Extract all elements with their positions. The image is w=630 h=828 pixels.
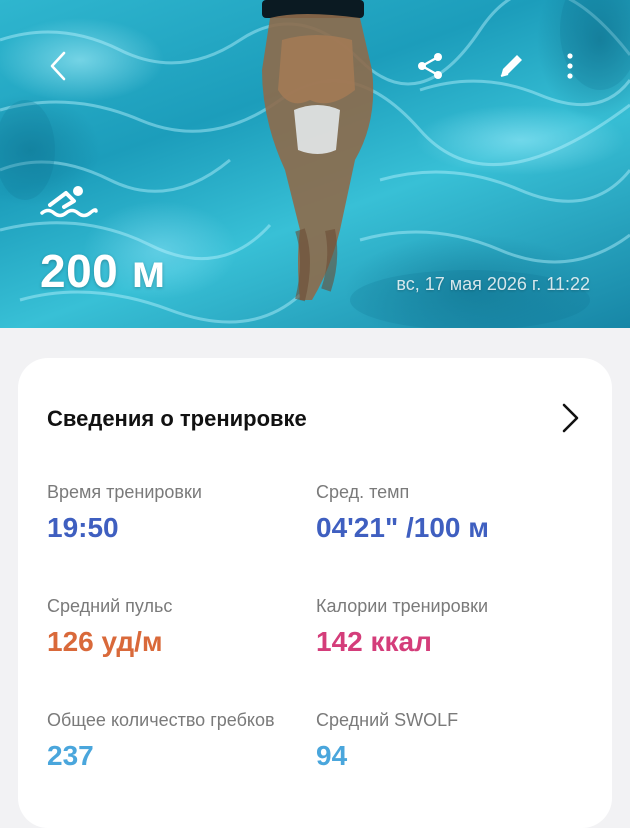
swimming-icon xyxy=(40,186,98,218)
metric-value: 04'21" /100 м xyxy=(316,512,489,543)
metric-label: Калории тренировки xyxy=(316,596,489,616)
share-button[interactable] xyxy=(410,46,450,86)
workout-datetime: вс, 17 мая 2026 г. 11:22 xyxy=(396,274,590,294)
metric-workout-time: Время тренировки 19:50 xyxy=(47,482,202,544)
metric-avg-pace: Сред. темп 04'21" /100 м xyxy=(316,482,489,544)
metric-label: Общее количество гребков xyxy=(47,710,275,730)
metric-value: 237 xyxy=(47,740,94,771)
metric-label: Средний пульс xyxy=(47,596,173,616)
chevron-right-icon[interactable] xyxy=(552,400,588,436)
workout-hero-image: 200 м вс, 17 мая 2026 г. 11:22 xyxy=(0,0,630,328)
metric-label: Средний SWOLF xyxy=(316,710,459,730)
metric-label: Сред. темп xyxy=(316,482,410,502)
metric-value: 142 ккал xyxy=(316,626,432,657)
metric-calories: Калории тренировки 142 ккал xyxy=(316,596,488,658)
workout-distance: 200 м xyxy=(40,245,167,297)
chevron-left-icon xyxy=(50,51,66,81)
card-title: Сведения о тренировке xyxy=(47,406,307,431)
metric-value: 19:50 xyxy=(47,512,119,543)
back-button[interactable] xyxy=(38,46,78,86)
more-options-button[interactable] xyxy=(550,46,590,86)
more-vertical-icon xyxy=(567,53,573,79)
metric-label: Время тренировки xyxy=(47,482,202,502)
metric-total-strokes: Общее количество гребков 237 xyxy=(47,710,275,772)
edit-button[interactable] xyxy=(491,46,531,86)
metric-value: 126 уд/м xyxy=(47,626,163,657)
metric-value: 94 xyxy=(316,740,348,771)
pencil-icon xyxy=(500,55,522,77)
metric-avg-swolf: Средний SWOLF 94 xyxy=(316,710,458,772)
workout-details-card[interactable]: Сведения о тренировке Время тренировки 1… xyxy=(18,358,612,828)
share-icon xyxy=(418,53,442,79)
metric-avg-heart-rate: Средний пульс 126 уд/м xyxy=(47,596,172,658)
